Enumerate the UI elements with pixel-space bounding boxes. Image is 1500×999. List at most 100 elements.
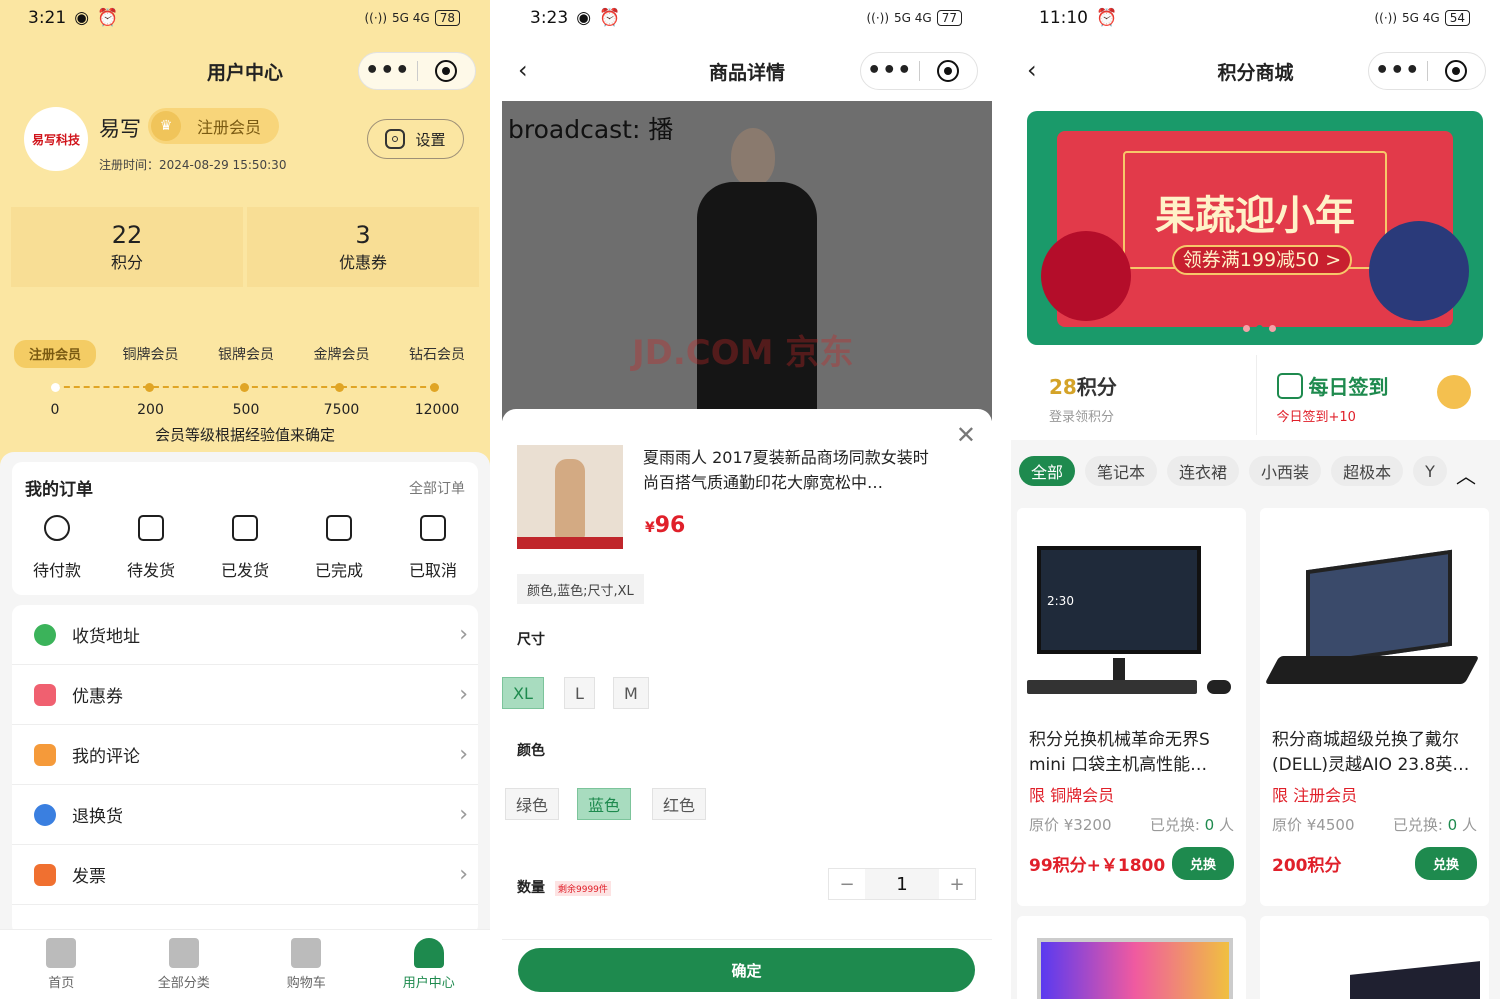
decrease-button[interactable]: −: [829, 869, 865, 899]
size-option-m[interactable]: M: [613, 677, 649, 709]
points-label: 积分: [110, 253, 143, 272]
daily-signin[interactable]: 每日签到 今日签到+10: [1255, 355, 1484, 435]
color-option-blue[interactable]: 蓝色: [577, 788, 632, 820]
redeem-button[interactable]: 兑换: [1414, 847, 1477, 880]
signin-title: 每日签到: [1308, 375, 1389, 399]
color-option-red[interactable]: 红色: [652, 788, 707, 820]
exchanged-number: 0: [1204, 816, 1215, 834]
status-time: 11:10: [1039, 8, 1088, 28]
signal-icon: 5G 4G: [1402, 11, 1440, 25]
menu-reviews[interactable]: 我的评论 ›: [12, 725, 478, 785]
truck-icon: [232, 515, 258, 541]
comment-icon: [34, 743, 56, 766]
settings-label: 设置: [415, 130, 446, 149]
order-pending-shipment[interactable]: 待发货: [111, 513, 191, 581]
exchange-icon: [34, 803, 56, 826]
user-center-screen: 3:21 ◉ ⏰ ((·)) 5G 4G 78 用户中心 ••• 易写科技 易写 ♛ 注册…: [0, 0, 490, 999]
order-shipped[interactable]: 已发货: [205, 513, 285, 581]
category-ultrabook[interactable]: 超极本: [1331, 456, 1404, 486]
exchanged-unit: 人: [1214, 816, 1234, 834]
level-dot: [240, 383, 249, 392]
avatar[interactable]: 易写科技: [24, 107, 88, 171]
goods-card[interactable]: 2:30 积分兑换机械革命无界S mini 口袋主机高性能… 限 铜牌会员 原价…: [1017, 508, 1246, 906]
price-value: 96: [654, 513, 686, 538]
category-blazer[interactable]: 小西装: [1249, 456, 1322, 486]
location-icon: [34, 623, 56, 646]
exchanged-number: 0: [1447, 816, 1458, 834]
mini-program-capsule: •••: [1368, 52, 1486, 90]
points-value: 22: [111, 221, 143, 249]
more-icon[interactable]: •••: [359, 60, 417, 82]
product-thumbnail: [517, 445, 623, 549]
quantity-label: 数量: [517, 880, 545, 896]
settings-button[interactable]: 设置: [367, 119, 464, 159]
goods-points-price: 200积分: [1272, 856, 1342, 876]
chevron-up-icon[interactable]: ︿: [1456, 460, 1476, 489]
banner-coupon[interactable]: 领券满199减50 >: [1172, 245, 1352, 275]
tab-cart[interactable]: 购物车: [245, 930, 368, 999]
quantity-section: 数量 剩余9999件: [517, 877, 611, 897]
confirm-button[interactable]: 确定: [518, 948, 975, 992]
color-option-green[interactable]: 绿色: [505, 788, 560, 820]
order-completed[interactable]: 已完成: [299, 513, 379, 581]
category-all[interactable]: 全部: [1019, 456, 1076, 486]
tab-home[interactable]: 首页: [0, 930, 123, 999]
category-dress[interactable]: 连衣裙: [1167, 456, 1240, 486]
coupons-stat[interactable]: 3 优惠券: [247, 207, 479, 287]
order-status-label: 已发货: [220, 561, 269, 580]
level-bronze: 铜牌会员: [122, 347, 179, 363]
promo-banner[interactable]: 果蔬迎小年 领券满199减50 >: [1027, 111, 1483, 345]
size-option-xl[interactable]: XL: [502, 677, 544, 709]
order-status-label: 待付款: [32, 561, 81, 580]
nav-bar: ‹ 商品详情 •••: [502, 48, 992, 92]
cancel-icon: [420, 515, 446, 541]
cart-icon: [291, 938, 322, 968]
order-status-label: 已完成: [314, 561, 363, 580]
stats-row: 22 积分 3 优惠券: [11, 207, 479, 287]
more-icon[interactable]: •••: [861, 60, 919, 82]
all-orders-link[interactable]: 全部订单: [409, 478, 465, 498]
points-stat[interactable]: 22 积分: [11, 207, 243, 287]
goods-card[interactable]: 积分商城超级兑换了戴尔(DELL)灵越AIO 23.8英… 限 注册会员 原价 …: [1260, 508, 1489, 906]
order-cancelled[interactable]: 已取消: [393, 513, 473, 581]
goods-image: [1260, 508, 1489, 728]
member-badge[interactable]: ♛ 注册会员: [148, 108, 279, 144]
alarm-icon: ⏰: [97, 8, 119, 28]
category-notebook[interactable]: 笔记本: [1085, 456, 1158, 486]
invoice-icon: [34, 863, 56, 886]
status-right: ((·)) 5G 4G 77: [866, 10, 962, 26]
tab-label: 购物车: [286, 976, 326, 991]
quantity-value[interactable]: 1: [865, 869, 939, 899]
goods-meta: 原价 ¥4500 已兑换: 0 人: [1260, 814, 1489, 835]
menu-invoice[interactable]: 发票 ›: [12, 845, 478, 905]
level-threshold: 200: [137, 402, 164, 418]
status-time: 3:23: [530, 8, 569, 28]
more-icon[interactable]: •••: [1369, 60, 1427, 82]
wifi-icon: ((·)): [1374, 11, 1398, 25]
exchanged-count: 已兑换: 0 人: [1150, 814, 1234, 835]
tab-user-center[interactable]: 用户中心: [368, 930, 491, 999]
close-icon[interactable]: ✕: [956, 421, 976, 449]
sku-sheet: ✕ 夏雨雨人 2017夏装新品商场同款女装时尚百搭气质通勤印花大廓宽松中… ¥9…: [502, 409, 992, 999]
redeem-button[interactable]: 兑换: [1171, 847, 1234, 880]
size-label: 尺寸: [517, 632, 545, 648]
menu-returns[interactable]: 退换货 ›: [12, 785, 478, 845]
category-more[interactable]: Y: [1413, 456, 1447, 486]
menu-coupons[interactable]: 优惠券 ›: [12, 665, 478, 725]
menu-address[interactable]: 收货地址 ›: [12, 605, 478, 665]
eye-icon: ◉: [576, 8, 592, 28]
close-miniprogram-icon[interactable]: [418, 60, 476, 82]
tab-categories[interactable]: 全部分类: [123, 930, 246, 999]
brand-text: broadcast: 播: [508, 115, 674, 144]
increase-button[interactable]: +: [939, 869, 975, 899]
close-miniprogram-icon[interactable]: [1428, 60, 1486, 82]
my-points[interactable]: 28积分 登录领积分: [1027, 355, 1256, 435]
tab-label: 首页: [48, 976, 75, 991]
order-pending-payment[interactable]: 待付款: [17, 513, 97, 581]
close-miniprogram-icon[interactable]: [920, 60, 978, 82]
goods-card[interactable]: [1260, 916, 1489, 999]
quantity-stepper: − 1 +: [828, 868, 976, 900]
screen-clock: 2:30: [1047, 594, 1074, 608]
goods-card[interactable]: [1017, 916, 1246, 999]
size-option-l[interactable]: L: [564, 677, 595, 709]
